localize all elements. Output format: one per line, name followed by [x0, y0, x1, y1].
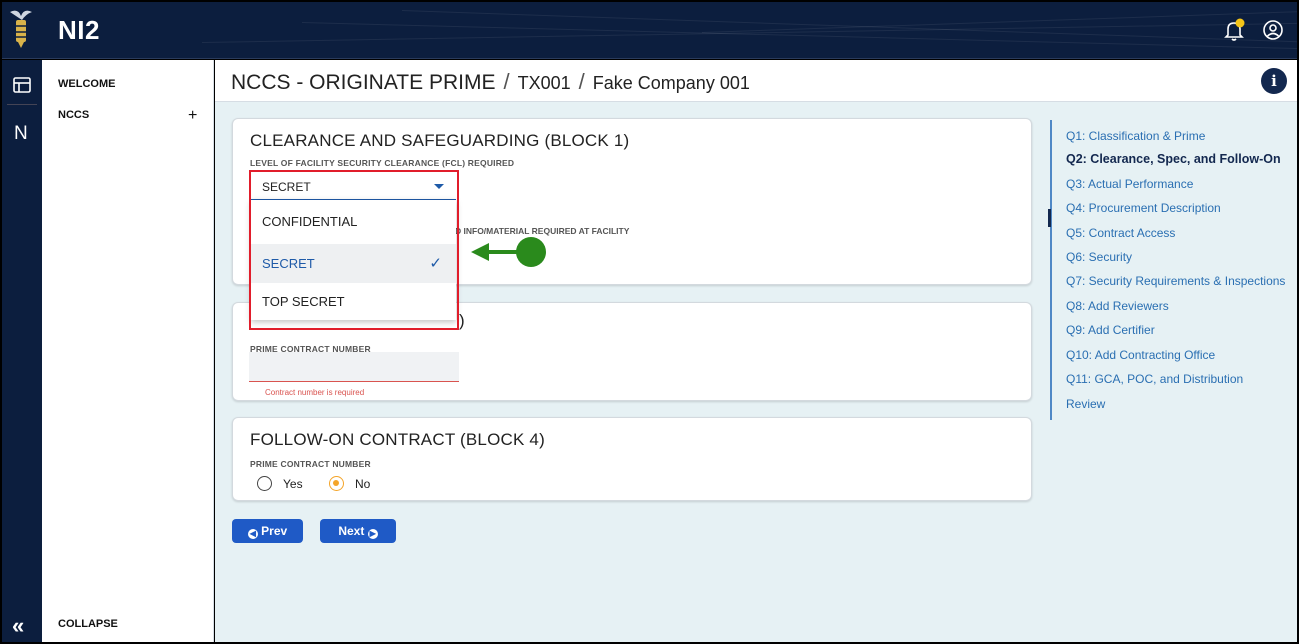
next-button[interactable]: Next ▶ — [320, 519, 396, 543]
toc-item-q10[interactable]: Q10: Add Contracting Office — [1066, 348, 1215, 362]
annotation-arrow-icon — [471, 237, 546, 267]
option-top-secret[interactable]: TOP SECRET — [251, 282, 456, 321]
breadcrumb-company: Fake Company 001 — [592, 73, 750, 93]
radio-no[interactable] — [329, 476, 344, 491]
toc-item-q7[interactable]: Q7: Security Requirements & Inspections — [1066, 274, 1285, 288]
side-navigation: WELCOME NCCS + COLLAPSE — [42, 60, 214, 642]
agency-seal-icon — [10, 10, 32, 48]
option-secret[interactable]: SECRET ✓ — [251, 244, 456, 283]
nav-item-nccs[interactable]: NCCS — [58, 109, 89, 121]
follow-on-contract-label: PRIME CONTRACT NUMBER — [250, 459, 371, 469]
page-title-text: NCCS - ORIGINATE PRIME — [231, 71, 496, 94]
prev-label: Prev — [261, 524, 288, 538]
toc-active-marker — [1048, 209, 1051, 227]
toc-item-q6[interactable]: Q6: Security — [1066, 250, 1132, 264]
fcl-dropdown-menu: CONFIDENTIAL SECRET ✓ TOP SECRET — [251, 200, 456, 320]
top-bar: NI2 — [2, 2, 1297, 59]
breadcrumb-separator: / — [578, 69, 585, 94]
app-name: NI2 — [58, 15, 100, 45]
toc-item-q1[interactable]: Q1: Classification & Prime — [1066, 129, 1205, 143]
dropdown-caret-icon — [434, 184, 444, 189]
radio-no-label: No — [355, 477, 371, 491]
title-bar: NCCS - ORIGINATE PRIME / TX001 / Fake Compan… — [215, 60, 1297, 102]
prev-button[interactable]: ◀ Prev — [232, 519, 303, 543]
expand-nccs-plus-icon[interactable]: + — [188, 107, 197, 125]
toc-item-q3[interactable]: Q3: Actual Performance — [1066, 177, 1193, 191]
icon-rail: N « — [2, 60, 42, 642]
nav-item-welcome[interactable]: WELCOME — [58, 78, 115, 90]
dashboard-icon[interactable] — [11, 74, 33, 96]
collapse-chevrons-icon[interactable]: « — [12, 613, 24, 639]
prev-arrow-icon: ◀ — [247, 529, 258, 539]
toc-item-q2[interactable]: Q2: Clearance, Spec, and Follow-On — [1066, 152, 1281, 166]
toc-item-q5[interactable]: Q5: Contract Access — [1066, 226, 1175, 240]
option-confidential[interactable]: CONFIDENTIAL — [251, 202, 456, 241]
user-account-icon[interactable] — [1261, 18, 1285, 42]
breadcrumb-separator: / — [503, 69, 510, 94]
checkmark-icon: ✓ — [429, 255, 442, 272]
nav-item-collapse[interactable]: COLLAPSE — [58, 618, 118, 630]
card-title: FOLLOW-ON CONTRACT (BLOCK 4) — [250, 430, 545, 449]
page-title: NCCS - ORIGINATE PRIME / TX001 / Fake Compan… — [231, 69, 750, 95]
app-frame: NI2 N « WELCOME NCCS + COLLAPSE NCCS - O… — [0, 0, 1299, 644]
info-icon[interactable]: i — [1261, 68, 1287, 94]
fcl-select[interactable]: SECRET — [251, 172, 456, 200]
contract-number-error: Contract number is required — [265, 388, 365, 397]
prime-contract-number-input[interactable] — [249, 352, 459, 382]
fcl-label: LEVEL OF FACILITY SECURITY CLEARANCE (FC… — [250, 158, 515, 168]
question-toc: Q1: Classification & Prime Q2: Clearance… — [1048, 120, 1297, 420]
toc-item-review[interactable]: Review — [1066, 397, 1105, 411]
toc-item-q11[interactable]: Q11: GCA, POC, and Distribution — [1066, 372, 1243, 386]
next-label: Next — [338, 524, 365, 538]
fcl-select-value: SECRET — [262, 180, 311, 194]
option-secret-label: SECRET — [262, 256, 315, 271]
toc-item-q4[interactable]: Q4: Procurement Description — [1066, 201, 1221, 215]
toc-item-q8[interactable]: Q8: Add Reviewers — [1066, 299, 1169, 313]
radio-yes-label: Yes — [283, 477, 303, 491]
rail-divider — [7, 104, 37, 105]
card-title-tail: ) — [459, 311, 465, 330]
breadcrumb-tx001: TX001 — [517, 73, 571, 93]
main-content: NCCS - ORIGINATE PRIME / TX001 / Fake Compan… — [215, 60, 1297, 642]
toc-item-q9[interactable]: Q9: Add Certifier — [1066, 323, 1155, 337]
notification-bell-icon[interactable] — [1223, 18, 1245, 42]
next-arrow-icon: ▶ — [367, 529, 378, 539]
nccs-rail-icon[interactable]: N — [14, 123, 28, 145]
follow-on-card: FOLLOW-ON CONTRACT (BLOCK 4) PRIME CONTR… — [232, 417, 1032, 501]
card-title: CLEARANCE AND SAFEGUARDING (BLOCK 1) — [250, 131, 630, 150]
radio-yes[interactable] — [257, 476, 272, 491]
